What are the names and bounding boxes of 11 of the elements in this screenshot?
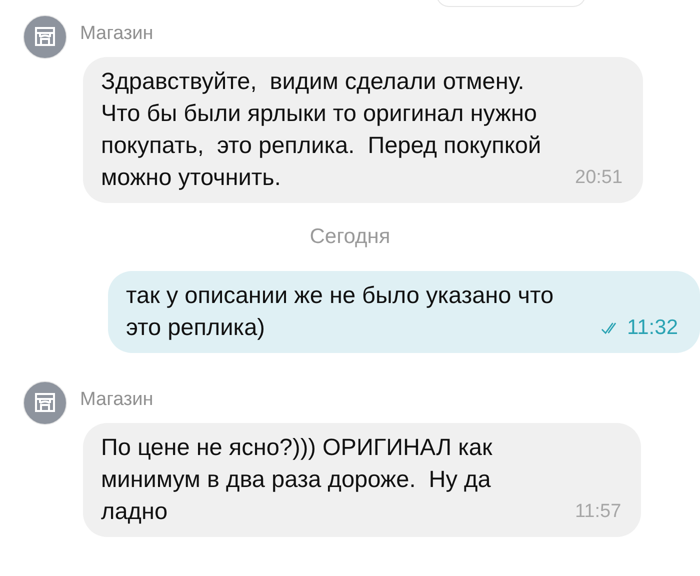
date-label: Сегодня (310, 225, 390, 249)
message-time: 11:32 (627, 316, 678, 340)
sender-name: Магазин (80, 23, 154, 45)
message-time: 20:51 (575, 167, 623, 189)
message-text: Здравствуйте, видим сделали отмену. Что бы были ярлыки то оригинал нужно покупать, это реплика. Перед покупкой можно уточнить. (101, 67, 542, 192)
message-text: так у описании же не было указано что это реплика) (126, 281, 555, 342)
sender-name: Магазин (80, 389, 154, 411)
message-text: По цене не ясно?))) ОРИГИНАЛ как минимум в два раза дороже. Ну да ладно (101, 433, 494, 526)
store-avatar-icon (23, 381, 67, 425)
store-avatar-icon (23, 15, 67, 59)
message-time: 11:57 (575, 501, 622, 523)
